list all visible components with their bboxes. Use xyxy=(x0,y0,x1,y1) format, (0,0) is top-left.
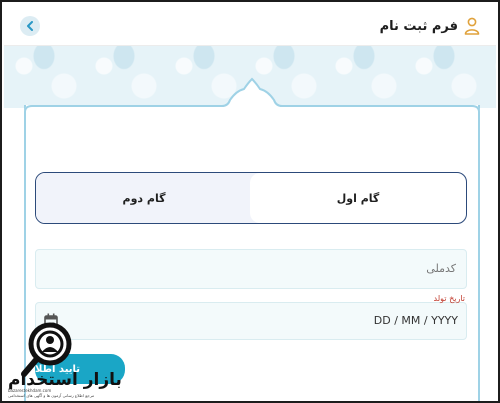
birth-date-format: DD / MM / YYYY xyxy=(373,314,458,327)
tab-step-two-label: گام دوم xyxy=(122,191,166,205)
tab-step-one-label: گام اول xyxy=(336,191,380,205)
national-code-field[interactable]: کدملی xyxy=(35,249,467,289)
watermark-tagline: مرجع اطلاع رسانی آزمون ها و آگهی های است… xyxy=(8,393,95,398)
header-title-group: فرم ثبت نام xyxy=(380,15,480,37)
national-code-placeholder: کدملی xyxy=(426,262,456,275)
tab-step-two[interactable]: گام دوم xyxy=(36,173,252,223)
page-title: فرم ثبت نام xyxy=(379,18,458,34)
user-icon xyxy=(464,17,480,35)
app-frame: فرم ثبت نام گام دوم گام اول کدملی DD / M… xyxy=(0,0,500,403)
step-tabs: گام دوم گام اول xyxy=(35,172,467,224)
card-top-ornament xyxy=(24,77,480,132)
tab-step-one[interactable]: گام اول xyxy=(250,173,466,223)
birth-date-label: تاریخ تولد xyxy=(433,294,465,303)
header-bar: فرم ثبت نام xyxy=(4,4,496,46)
chevron-left-icon xyxy=(27,21,33,31)
back-button[interactable] xyxy=(20,16,40,36)
watermark-brand: بازار استخدام xyxy=(8,370,122,390)
